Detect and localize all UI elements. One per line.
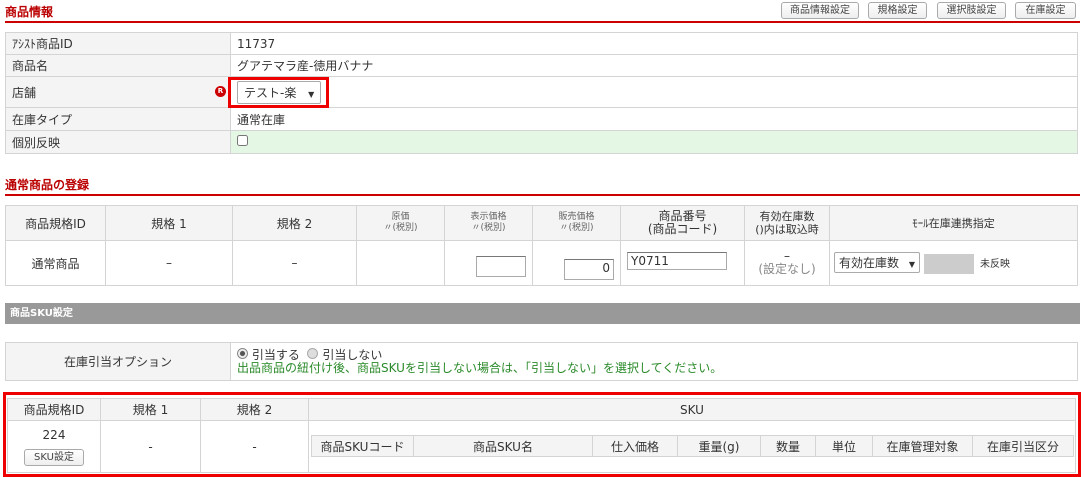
option-settings-button[interactable]: 選択肢設定 (937, 2, 1006, 19)
mall-stock-select[interactable]: 有効在庫数 ▼ (834, 252, 920, 274)
header-code-sub: (商品コード) (647, 222, 718, 236)
display-price-input[interactable] (476, 256, 526, 277)
individual-reflect-checkbox[interactable] (237, 135, 248, 146)
sku-settings-bar: 商品SKU設定 (5, 303, 1080, 324)
sku-col-unit: 単位 (815, 435, 873, 457)
rakuten-badge-icon: R (215, 86, 226, 97)
mall-stock-color-box (924, 253, 974, 274)
radio-no-allocate[interactable] (307, 348, 319, 359)
label-product-name: 商品名 (5, 54, 231, 77)
value-stock-type: 通常在庫 (230, 107, 1078, 131)
section-title-product-info: 商品情報 (5, 5, 54, 19)
row-cost (356, 240, 445, 286)
sku-header-spec-id: 商品規格ID (7, 398, 101, 421)
label-stock-option: 在庫引当オプション (5, 342, 231, 381)
sku-col-allocation-type: 在庫引当区分 (972, 435, 1074, 457)
divider (5, 21, 1080, 23)
sku-header-spec1: 規格 1 (100, 398, 201, 421)
chevron-down-icon: ▼ (908, 260, 915, 270)
header-mall-stock: ﾓｰﾙ在庫連携指定 (829, 205, 1078, 241)
sku-row-id: 224 (42, 427, 66, 442)
product-info-table: ｱｼｽﾄ商品ID 11737 商品名 グアテマラ産-徳用バナナ 店舗 R テスト-楽 … (5, 32, 1078, 154)
sku-inner-table: 商品SKUコード 商品SKU名 仕入価格 重量(g) 数量 単位 在庫管理対象 … (311, 435, 1074, 457)
header-sale-price: 販売価格 (558, 212, 595, 222)
stock-option-table: 在庫引当オプション 引当する 引当しない 出品商品の紐付け後、商品SKUを引当し… (5, 342, 1078, 381)
label-store: 店舗 (12, 85, 37, 100)
header-cost: 原価 (391, 212, 410, 222)
radio-allocate[interactable] (237, 348, 248, 359)
mall-status: 未反映 (980, 259, 1010, 271)
sku-row-spec2: - (200, 420, 309, 473)
normal-product-table: 商品規格ID 規格 1 規格 2 原価 〃(税別) 表示価格 〃(税別) 販売価格〃… (5, 205, 1078, 286)
sku-settings-button[interactable]: SKU設定 (24, 448, 84, 466)
label-individual-reflect: 個別反映 (5, 130, 231, 154)
sku-col-cost: 仕入価格 (592, 435, 678, 457)
header-display-price: 表示価格 (470, 212, 507, 222)
header-spec-id: 商品規格ID (5, 205, 106, 241)
sku-header-sku: SKU (308, 398, 1076, 421)
row-spec2: – (232, 240, 357, 286)
row-spec-id: 通常商品 (5, 240, 106, 286)
spec-settings-button[interactable]: 規格設定 (868, 2, 927, 19)
product-code-input[interactable]: Y0711 (627, 252, 727, 270)
stock-option-note: 出品商品の紐付け後、商品SKUを引当しない場合は、「引当しない」を選択してくださ… (237, 361, 723, 375)
sku-row-spec1: - (100, 420, 201, 473)
label-assist-id: ｱｼｽﾄ商品ID (5, 32, 231, 55)
header-sale-sub: 〃(税別) (559, 223, 594, 233)
row-spec1: – (105, 240, 233, 286)
sku-col-quantity: 数量 (760, 435, 816, 457)
product-info-settings-button[interactable]: 商品情報設定 (781, 2, 859, 19)
section-title-normal-product: 通常商品の登録 (5, 178, 90, 192)
header-stock: 有効在庫数 (759, 210, 815, 223)
header-stock-sub: ()内は取込時 (755, 223, 819, 236)
highlight-box (228, 77, 329, 108)
mall-stock-select-value: 有効在庫数 (839, 256, 900, 271)
value-assist-id: 11737 (230, 32, 1078, 55)
sku-col-name: 商品SKU名 (413, 435, 593, 457)
header-spec1: 規格 1 (105, 205, 233, 241)
stock-sub: (設定なし) (758, 262, 816, 276)
header-cost-sub: 〃(税別) (383, 223, 418, 233)
sku-col-code: 商品SKUコード (311, 435, 414, 457)
label-stock-type: 在庫タイプ (5, 107, 231, 131)
sale-price-input[interactable]: 0 (564, 259, 614, 280)
radio-no-allocate-label: 引当しない (322, 348, 383, 362)
radio-allocate-label: 引当する (251, 348, 300, 362)
header-spec2: 規格 2 (232, 205, 357, 241)
stock-settings-button[interactable]: 在庫設定 (1015, 2, 1076, 19)
sku-col-stock-managed: 在庫管理対象 (872, 435, 973, 457)
sku-table: 商品規格ID 規格 1 規格 2 SKU 224 SKU設定 - - 商品SKUコ… (7, 398, 1076, 473)
sku-header-spec2: 規格 2 (200, 398, 309, 421)
header-display-sub: 〃(税別) (471, 223, 506, 233)
sku-col-weight: 重量(g) (677, 435, 761, 457)
divider (5, 194, 1080, 196)
value-product-name: グアテマラ産-徳用バナナ (230, 54, 1078, 77)
